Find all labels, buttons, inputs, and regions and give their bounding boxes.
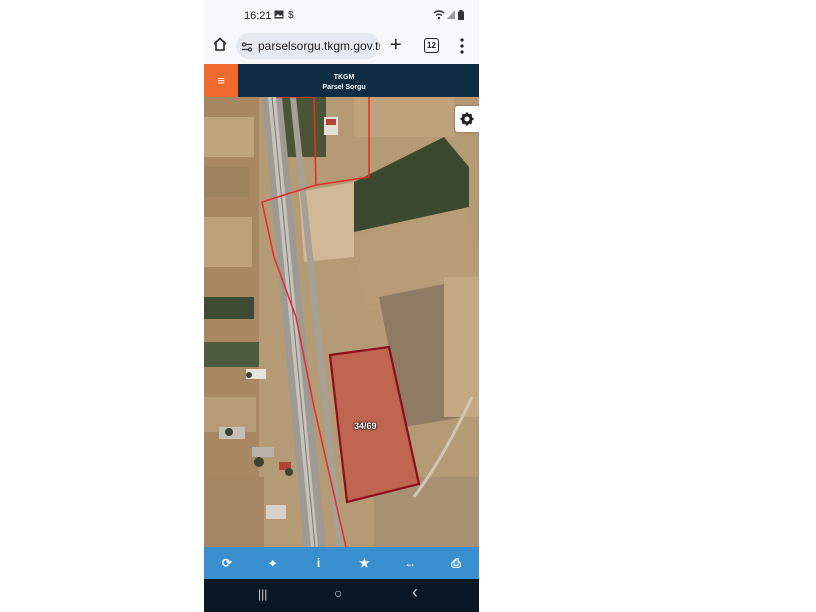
tab-switcher-button[interactable]: 12: [424, 38, 439, 53]
map-imagery: [204, 97, 479, 547]
app-header: ≡ TKGM Parsel Sorgu: [204, 64, 479, 97]
favorite-star-icon[interactable]: ★: [341, 547, 387, 579]
battery-icon: [458, 10, 464, 23]
url-text: parselsorgu.tkgm.gov.tr: [258, 39, 380, 53]
app-title: TKGM: [333, 74, 355, 81]
phone-screen: 16:21 $ parselsorgu.tkgm.gov.tr + 12 ≡ T…: [204, 0, 479, 612]
home-icon[interactable]: [212, 36, 232, 56]
new-tab-plus-icon[interactable]: +: [390, 34, 402, 56]
locate-crosshair-icon[interactable]: ⌖: [250, 547, 296, 579]
system-nav-bar: ||| ○ ‹: [204, 579, 479, 612]
status-time: 16:21: [244, 10, 272, 22]
status-bar: 16:21 $: [204, 0, 479, 30]
home-circle-icon[interactable]: ○: [334, 585, 342, 601]
overflow-menu-icon[interactable]: [458, 36, 466, 56]
signal-icon: [447, 10, 455, 22]
map-toolbar: ⟳ ⌖ i ★ ↔ ⎙: [204, 547, 479, 579]
browser-toolbar: parselsorgu.tkgm.gov.tr + 12: [204, 30, 479, 64]
hamburger-menu-icon[interactable]: ≡: [204, 64, 238, 97]
site-settings-icon[interactable]: [241, 40, 253, 52]
print-icon[interactable]: ⎙: [433, 547, 479, 579]
back-icon[interactable]: ‹: [412, 582, 418, 603]
address-bar[interactable]: parselsorgu.tkgm.gov.tr: [236, 33, 380, 59]
parcel-number-label: 34/69: [354, 421, 377, 431]
info-icon[interactable]: i: [296, 547, 342, 579]
measure-arrows-icon[interactable]: ↔: [387, 547, 433, 579]
wifi-icon: [433, 10, 445, 23]
refresh-icon[interactable]: ⟳: [204, 547, 250, 579]
gallery-icon: [274, 10, 284, 22]
app-subtitle: Parsel Sorgu: [322, 84, 366, 91]
map-settings-gear-icon[interactable]: [455, 106, 479, 132]
dollar-icon: $: [288, 10, 294, 21]
satellite-map[interactable]: 34/69: [204, 97, 479, 547]
recent-apps-icon[interactable]: |||: [258, 587, 267, 601]
